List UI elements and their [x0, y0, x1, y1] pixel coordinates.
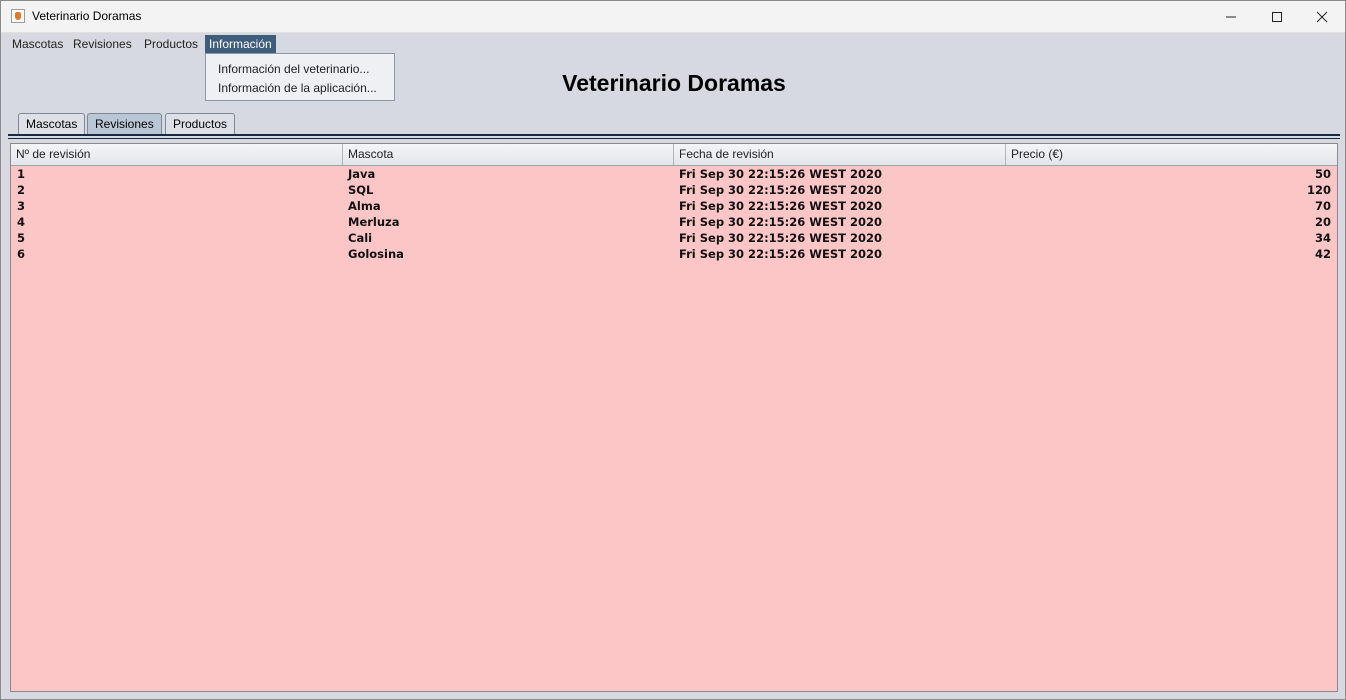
cell-fecha: Fri Sep 30 22:15:26 WEST 2020 — [679, 167, 882, 181]
cell-mascota: Merluza — [348, 215, 400, 229]
table-row[interactable]: 3 Alma Fri Sep 30 22:15:26 WEST 2020 70 — [11, 198, 1337, 214]
cell-precio: 120 — [1306, 183, 1331, 197]
menu-productos[interactable]: Productos — [140, 35, 202, 53]
table-header: Nº de revisión Mascota Fecha de revisión… — [11, 144, 1337, 166]
cell-fecha: Fri Sep 30 22:15:26 WEST 2020 — [679, 215, 882, 229]
cell-numero: 6 — [17, 247, 26, 261]
cell-fecha: Fri Sep 30 22:15:26 WEST 2020 — [679, 247, 882, 261]
menu-item-info-aplicacion[interactable]: Información de la aplicación... — [218, 81, 377, 95]
window-title: Veterinario Doramas — [32, 9, 142, 23]
column-header-numero[interactable]: Nº de revisión — [11, 144, 343, 165]
informacion-dropdown: Información del veterinario... Informaci… — [205, 53, 395, 101]
cell-numero: 4 — [17, 215, 26, 229]
menu-revisiones[interactable]: Revisiones — [69, 35, 136, 53]
revisiones-table[interactable]: Nº de revisión Mascota Fecha de revisión… — [10, 143, 1338, 692]
cell-mascota: Alma — [348, 199, 381, 213]
table-row[interactable]: 1 Java Fri Sep 30 22:15:26 WEST 2020 50 — [11, 166, 1337, 182]
tab-productos[interactable]: Productos — [165, 113, 236, 134]
cell-mascota: SQL — [348, 183, 374, 197]
cell-precio: 20 — [1314, 215, 1331, 229]
minimize-icon — [1226, 16, 1236, 17]
table-row[interactable]: 4 Merluza Fri Sep 30 22:15:26 WEST 2020 … — [11, 214, 1337, 230]
title-bar[interactable]: Veterinario Doramas — [1, 1, 1345, 33]
table-row[interactable]: 2 SQL Fri Sep 30 22:15:26 WEST 2020 120 — [11, 182, 1337, 198]
table-row[interactable]: 6 Golosina Fri Sep 30 22:15:26 WEST 2020… — [11, 246, 1337, 262]
tab-revisiones[interactable]: Revisiones — [87, 113, 162, 134]
cell-numero: 1 — [17, 167, 26, 181]
column-header-precio[interactable]: Precio (€) — [1006, 144, 1337, 165]
cell-fecha: Fri Sep 30 22:15:26 WEST 2020 — [679, 199, 882, 213]
page-title: Veterinario Doramas — [562, 70, 786, 96]
cell-numero: 2 — [17, 183, 26, 197]
cell-numero: 3 — [17, 199, 26, 213]
cell-mascota: Golosina — [348, 247, 404, 261]
table-row[interactable]: 5 Cali Fri Sep 30 22:15:26 WEST 2020 34 — [11, 230, 1337, 246]
close-button[interactable] — [1299, 1, 1345, 32]
menu-mascotas[interactable]: Mascotas — [8, 35, 67, 53]
menu-informacion[interactable]: Información — [205, 35, 276, 53]
minimize-button[interactable] — [1208, 1, 1254, 32]
tab-divider-inner — [8, 138, 1340, 139]
cell-fecha: Fri Sep 30 22:15:26 WEST 2020 — [679, 183, 882, 197]
maximize-button[interactable] — [1254, 1, 1300, 32]
cell-precio: 34 — [1314, 231, 1331, 245]
menu-bar: Mascotas Revisiones Productos Informació… — [1, 33, 1345, 55]
column-header-fecha[interactable]: Fecha de revisión — [674, 144, 1006, 165]
menu-item-info-veterinario[interactable]: Información del veterinario... — [218, 62, 369, 76]
java-app-icon — [11, 9, 25, 23]
cell-precio: 42 — [1314, 247, 1331, 261]
tab-divider — [8, 134, 1340, 136]
cell-numero: 5 — [17, 231, 26, 245]
maximize-icon — [1272, 11, 1282, 22]
cell-precio: 50 — [1314, 167, 1331, 181]
cell-mascota: Cali — [348, 231, 373, 245]
tab-mascotas[interactable]: Mascotas — [18, 113, 86, 134]
cell-fecha: Fri Sep 30 22:15:26 WEST 2020 — [679, 231, 882, 245]
cell-precio: 70 — [1314, 199, 1331, 213]
close-icon — [1316, 11, 1328, 22]
cell-mascota: Java — [348, 167, 376, 181]
app-window: Veterinario Doramas Mascotas Revisiones … — [0, 0, 1346, 700]
column-header-mascota[interactable]: Mascota — [343, 144, 674, 165]
